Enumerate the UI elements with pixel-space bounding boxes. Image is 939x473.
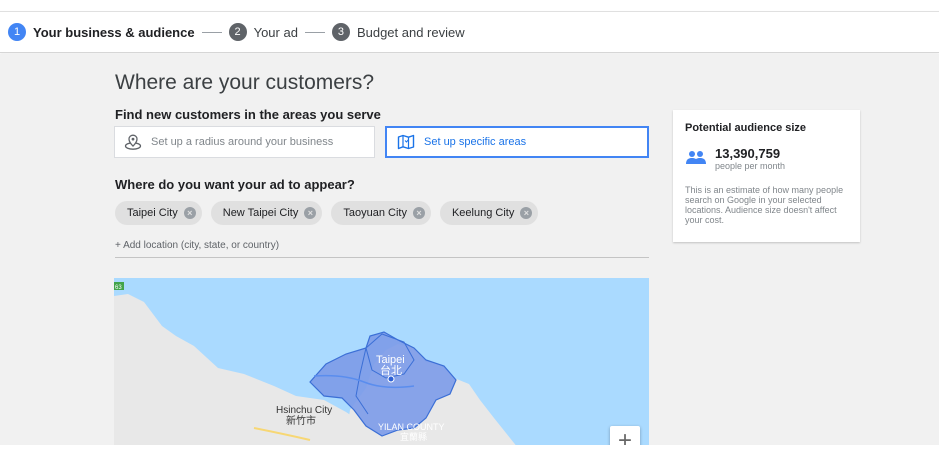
main-content: Where are your customers? Find new custo… bbox=[0, 54, 939, 445]
page-title: Where are your customers? bbox=[115, 71, 375, 94]
map-areas-icon bbox=[396, 132, 416, 152]
step-number: 2 bbox=[228, 23, 247, 41]
map-pin-radius-icon bbox=[123, 132, 143, 152]
progress-stepper: 1 Your business & audience 2 Your ad 3 B… bbox=[0, 11, 939, 53]
step-label: Budget and review bbox=[356, 24, 465, 40]
location-chip: Keelung City × bbox=[439, 201, 539, 225]
input-underline bbox=[115, 257, 649, 258]
audience-description: This is an estimate of how many people s… bbox=[685, 185, 844, 225]
map-label-yilan-zh: 宜蘭縣 bbox=[400, 431, 427, 443]
zoom-in-button[interactable]: + bbox=[610, 426, 640, 445]
remove-chip-icon[interactable]: × bbox=[304, 207, 317, 219]
add-location-input[interactable]: + Add location (city, state, or country) bbox=[115, 240, 279, 251]
specific-areas-option-button[interactable]: Set up specific areas bbox=[385, 126, 649, 158]
step-connector bbox=[201, 31, 222, 33]
radius-option-button[interactable]: Set up a radius around your business bbox=[114, 126, 375, 158]
location-chip: Taoyuan City × bbox=[331, 201, 431, 225]
location-chip-label: New Taipei City bbox=[222, 207, 299, 219]
appear-label: Where do you want your ad to appear? bbox=[115, 177, 355, 192]
audience-title: Potential audience size bbox=[685, 122, 807, 134]
location-chip: Taipei City × bbox=[115, 201, 202, 225]
remove-chip-icon[interactable]: × bbox=[412, 207, 425, 219]
location-chip-label: Taoyuan City bbox=[343, 207, 407, 219]
location-chips: Taipei City × New Taipei City × Taoyuan … bbox=[115, 201, 539, 225]
remove-chip-icon[interactable]: × bbox=[520, 207, 533, 219]
step-your-ad[interactable]: 2 Your ad bbox=[228, 23, 298, 41]
location-chip: New Taipei City × bbox=[210, 201, 323, 225]
map-label-hsinchu-zh: 新竹市 bbox=[286, 414, 316, 427]
audience-count: 13,390,759 bbox=[715, 146, 781, 161]
step-number: 3 bbox=[331, 23, 350, 41]
step-business-audience[interactable]: 1 Your business & audience bbox=[8, 23, 195, 41]
step-label: Your business & audience bbox=[33, 24, 195, 40]
specific-areas-option-label: Set up specific areas bbox=[424, 136, 527, 148]
step-connector bbox=[304, 31, 325, 33]
remove-chip-icon[interactable]: × bbox=[183, 207, 196, 219]
step-number: 1 bbox=[8, 23, 26, 41]
audience-size-card: Potential audience size 13,390,759 peopl… bbox=[673, 110, 860, 242]
route-badge-label: 63 bbox=[115, 285, 122, 291]
people-icon bbox=[685, 150, 715, 169]
location-map[interactable]: 63 Taipei 台北 Hsinchu City 新竹市 YILAN COUN… bbox=[114, 278, 649, 445]
location-chip-label: Taipei City bbox=[127, 207, 178, 219]
location-chip-label: Keelung City bbox=[451, 207, 515, 219]
radius-option-label: Set up a radius around your business bbox=[151, 136, 334, 148]
serve-areas-label: Find new customers in the areas you serv… bbox=[115, 107, 381, 122]
step-budget-review[interactable]: 3 Budget and review bbox=[331, 23, 465, 41]
map-label-hsinchu: Hsinchu City bbox=[276, 405, 332, 416]
map-label-yilan: YILAN COUNTY bbox=[378, 422, 445, 432]
step-label: Your ad bbox=[253, 24, 298, 40]
map-label-taipei-zh: 台北 bbox=[380, 363, 402, 377]
audience-per-month: people per month bbox=[715, 161, 786, 171]
